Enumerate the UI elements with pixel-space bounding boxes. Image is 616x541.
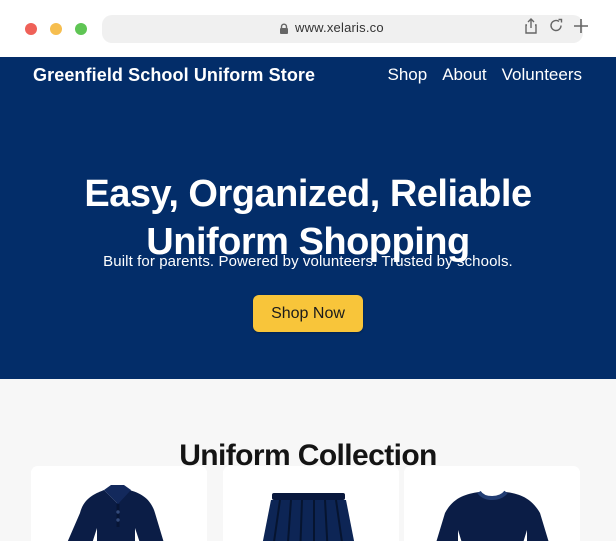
hero-section: Greenfield School Uniform Store Shop Abo… [0,57,616,379]
lock-icon [280,23,288,34]
main-navigation: Shop About Volunteers [388,65,582,85]
minimize-window-button[interactable] [50,23,62,35]
store-name[interactable]: Greenfield School Uniform Store [33,65,315,86]
uniform-collection-section: Uniform Collection [0,379,616,541]
window-controls [25,23,87,35]
hero-subtitle: Built for parents. Powered by volunteers… [103,253,513,270]
polo-shirt-icon [31,466,207,541]
plus-icon[interactable] [573,18,589,34]
sweater-icon [404,466,580,541]
shop-now-button[interactable]: Shop Now [253,295,363,332]
nav-volunteers-link[interactable]: Volunteers [502,65,582,85]
reload-icon[interactable] [548,18,564,34]
pleated-skirt-icon [223,466,399,541]
browser-actions [523,18,589,34]
product-card-polo[interactable] [31,466,207,541]
address-bar[interactable]: www.xelaris.co [102,15,583,43]
nav-about-link[interactable]: About [442,65,486,85]
url-text[interactable]: www.xelaris.co [295,20,384,35]
browser-window: www.xelaris.co Greenfield School Uniform… [0,0,616,541]
hero-title-line-1: Easy, Organized, Reliable [84,173,532,216]
product-card-sweater[interactable] [404,466,580,541]
share-icon[interactable] [523,18,539,34]
nav-shop-link[interactable]: Shop [388,65,428,85]
product-card-skirt[interactable] [223,466,399,541]
close-window-button[interactable] [25,23,37,35]
browser-toolbar: www.xelaris.co [0,0,616,57]
zoom-window-button[interactable] [75,23,87,35]
